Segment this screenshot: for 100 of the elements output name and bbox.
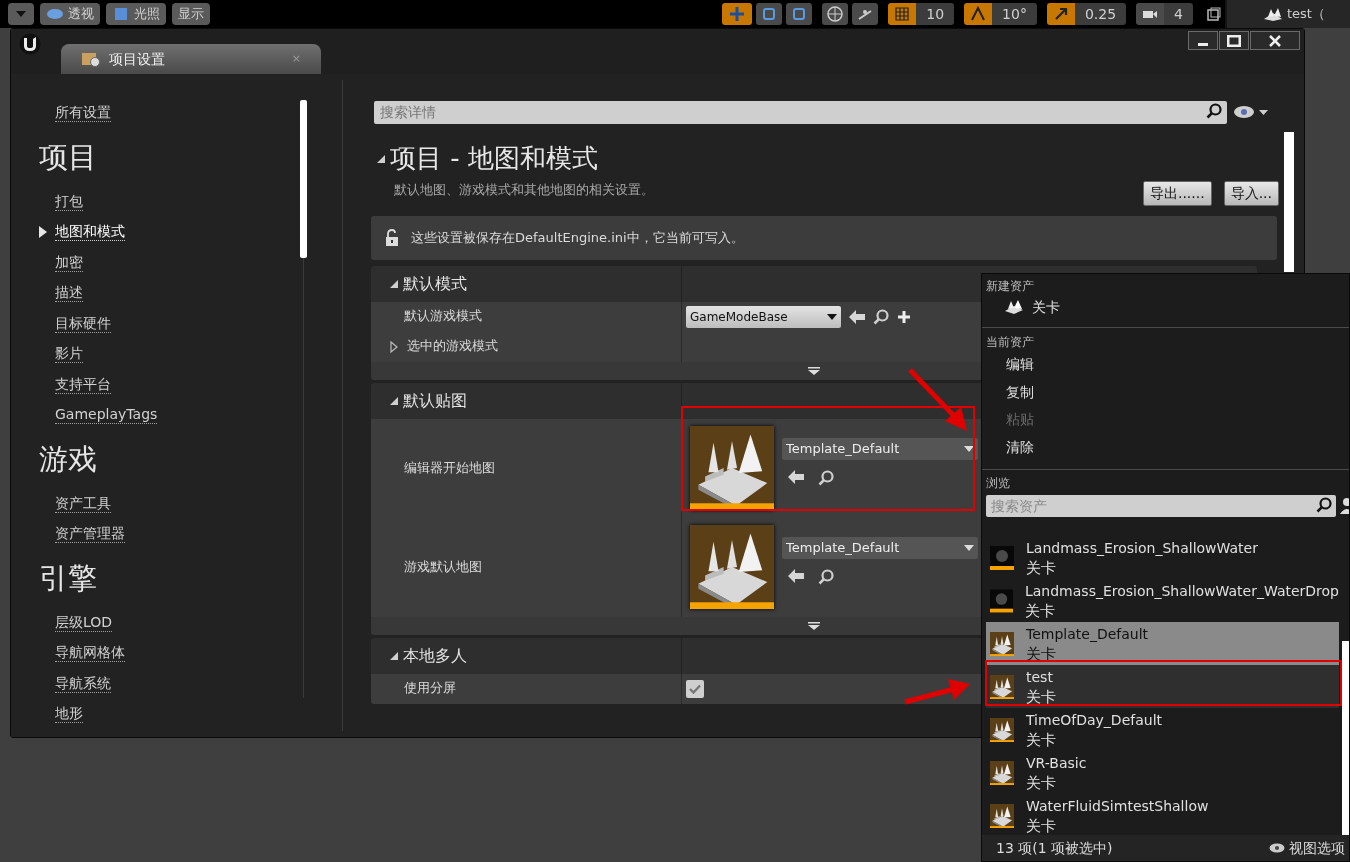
settings-link[interactable]: 描述 bbox=[55, 284, 83, 303]
asset-list-item[interactable]: Landmass_Erosion_ShallowWater 关卡 bbox=[986, 536, 1339, 579]
settings-link[interactable]: 影片 bbox=[55, 345, 83, 364]
settings-link[interactable]: 目标硬件 bbox=[55, 314, 111, 333]
perspective-icon bbox=[46, 7, 64, 21]
scrollbar-thumb[interactable] bbox=[1342, 641, 1349, 835]
settings-link[interactable]: 地形 bbox=[55, 705, 83, 724]
settings-link[interactable]: 资产管理器 bbox=[55, 525, 125, 544]
search-icon[interactable] bbox=[1206, 103, 1222, 119]
visibility-options-icon[interactable] bbox=[1233, 104, 1269, 119]
export-import-button[interactable]: 导入... bbox=[1223, 180, 1279, 206]
move-icon bbox=[729, 6, 746, 22]
property-label: 编辑器开始地图 bbox=[404, 458, 495, 477]
level-icon bbox=[1004, 299, 1024, 315]
asset-type: 关卡 bbox=[1026, 815, 1057, 835]
asset-name: Landmass_Erosion_ShallowWater bbox=[1026, 538, 1258, 558]
search-icon[interactable] bbox=[1316, 497, 1333, 513]
expanded-triangle-icon[interactable] bbox=[389, 650, 399, 661]
scrollbar-thumb[interactable] bbox=[1284, 132, 1294, 272]
engine-logo bbox=[19, 33, 41, 55]
menu-item[interactable]: 复制 bbox=[982, 378, 1349, 406]
asset-list-item[interactable]: test 关卡 bbox=[986, 665, 1339, 708]
surface-snap-button[interactable] bbox=[852, 3, 879, 25]
expanded-triangle-icon[interactable] bbox=[389, 278, 399, 289]
close-button[interactable] bbox=[1250, 31, 1300, 50]
minimize-button[interactable] bbox=[1188, 31, 1218, 50]
surface-icon bbox=[857, 7, 874, 21]
angle-icon bbox=[970, 6, 987, 22]
menu-item[interactable]: 编辑 bbox=[982, 351, 1349, 379]
asset-name: test bbox=[1026, 667, 1054, 687]
settings-link[interactable]: 打包 bbox=[55, 192, 83, 211]
checkbox[interactable] bbox=[686, 679, 704, 698]
asset-list-item[interactable]: TimeOfDay_Default 关卡 bbox=[986, 708, 1339, 751]
view-mode-button[interactable]: 光照 bbox=[106, 3, 166, 25]
asset-search-field[interactable]: 搜索资产 bbox=[986, 495, 1337, 517]
config-notice-text: 这些设置被保存在DefaultEngine.ini中，它当前可写入。 bbox=[411, 228, 744, 247]
settings-link[interactable]: 支持平台 bbox=[55, 375, 111, 394]
user-filter-icon[interactable] bbox=[1339, 496, 1349, 514]
settings-tab[interactable]: 项目设置 × bbox=[61, 44, 321, 74]
settings-link[interactable]: 导航系统 bbox=[55, 674, 111, 693]
snap-toggle-button[interactable] bbox=[1136, 3, 1165, 25]
dropdown-button[interactable] bbox=[8, 3, 34, 25]
asset-name: Landmass_Erosion_ShallowWater_WaterDrop bbox=[1025, 581, 1339, 601]
transform-tool-button[interactable] bbox=[786, 3, 813, 25]
browse-icon[interactable] bbox=[818, 470, 834, 486]
export-import-button[interactable]: 导出...... bbox=[1142, 180, 1212, 206]
scrollbar-thumb[interactable] bbox=[300, 100, 307, 258]
globe-icon bbox=[827, 6, 844, 22]
sphere-thumbnail-icon bbox=[990, 588, 1013, 613]
settings-link[interactable]: 地图和模式 bbox=[55, 223, 125, 242]
snap-value-dropdown[interactable]: 10° bbox=[992, 3, 1037, 25]
property-label: 使用分屏 bbox=[404, 679, 456, 698]
asset-name: VR-Basic bbox=[1026, 753, 1087, 773]
asset-dropdown[interactable]: Template_Default bbox=[782, 438, 978, 460]
class-dropdown[interactable]: GameModeBase bbox=[686, 305, 841, 328]
browse-icon[interactable] bbox=[818, 569, 834, 585]
snap-value-dropdown[interactable]: 10 bbox=[916, 3, 955, 25]
new-level-menu-item[interactable]: 关卡 bbox=[982, 295, 1349, 319]
asset-dropdown[interactable]: Template_Default bbox=[782, 537, 978, 559]
expanded-triangle-icon[interactable] bbox=[376, 153, 386, 164]
asset-list-item[interactable]: WaterFluidSimtestShallow 关卡 bbox=[986, 794, 1339, 835]
close-icon bbox=[1269, 34, 1281, 47]
section-header[interactable]: 本地多人 bbox=[371, 637, 682, 674]
asset-name: Template_Default bbox=[1026, 624, 1149, 644]
settings-link[interactable]: 资产工具 bbox=[55, 494, 111, 513]
view-mode-button[interactable]: 透视 bbox=[40, 3, 100, 25]
asset-list-item[interactable]: VR-Basic 关卡 bbox=[986, 751, 1339, 794]
browse-icon[interactable] bbox=[873, 308, 889, 325]
asset-list-item[interactable]: Landmass_Erosion_ShallowWater_WaterDrop 关卡 bbox=[986, 579, 1339, 622]
maximize-viewport-icon[interactable] bbox=[1207, 7, 1221, 21]
left-arrow-icon[interactable] bbox=[788, 569, 804, 583]
asset-name: WaterFluidSimtestShallow bbox=[1026, 796, 1209, 816]
move-tool-button[interactable] bbox=[722, 3, 753, 25]
snap-value-dropdown[interactable]: 0.25 bbox=[1074, 3, 1127, 25]
maximize-button[interactable] bbox=[1219, 31, 1249, 50]
left-arrow-icon[interactable] bbox=[788, 470, 804, 484]
settings-link[interactable]: 所有设置 bbox=[55, 104, 111, 123]
settings-link[interactable]: 导航网格体 bbox=[55, 644, 125, 663]
section-header[interactable]: 默认模式 bbox=[371, 265, 682, 302]
view-mode-button[interactable]: 显示 bbox=[172, 3, 210, 25]
plus-icon[interactable] bbox=[897, 309, 911, 324]
snap-toggle-button[interactable] bbox=[1046, 3, 1075, 25]
eye-icon bbox=[1269, 843, 1285, 853]
view-options-button[interactable]: 视图选项 bbox=[1269, 837, 1345, 859]
checkmark-icon bbox=[689, 683, 701, 694]
transform-tool-button[interactable] bbox=[756, 3, 783, 25]
settings-link[interactable]: 层级LOD bbox=[55, 613, 113, 632]
collapsed-triangle-icon[interactable] bbox=[389, 340, 399, 353]
settings-link[interactable]: 加密 bbox=[55, 253, 83, 272]
expanded-triangle-icon[interactable] bbox=[389, 395, 399, 406]
details-search-field[interactable]: 搜索详情 bbox=[374, 100, 1227, 124]
settings-link[interactable]: GameplayTags bbox=[55, 406, 158, 425]
menu-item[interactable]: 清除 bbox=[982, 433, 1349, 461]
section-header[interactable]: 默认贴图 bbox=[371, 382, 682, 419]
category-heading: 项目 bbox=[39, 138, 97, 176]
world-button[interactable] bbox=[822, 3, 849, 25]
snap-value-dropdown[interactable]: 4 bbox=[1164, 3, 1193, 25]
left-arrow-icon[interactable] bbox=[849, 309, 865, 324]
snap-toggle-button[interactable] bbox=[888, 3, 917, 25]
snap-toggle-button[interactable] bbox=[964, 3, 993, 25]
